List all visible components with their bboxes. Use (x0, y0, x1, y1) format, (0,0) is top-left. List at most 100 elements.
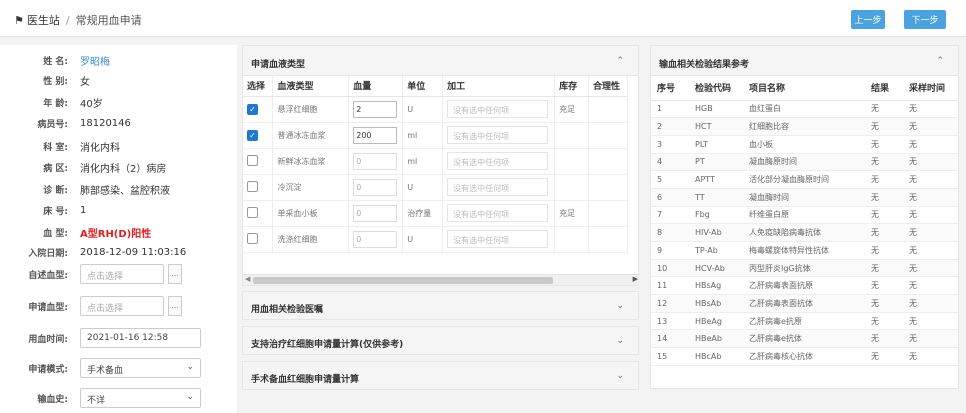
processing-select[interactable]: 没有选中任何项 (447, 178, 549, 196)
select-checkbox[interactable]: ✓ (247, 103, 258, 115)
processing-cell: 没有选中任何项 (442, 200, 556, 227)
apply-blood-input[interactable]: 点击选择 (80, 296, 164, 316)
gender-label: 性 别: (43, 77, 68, 87)
result-cell: 无 (865, 329, 903, 349)
blood-panel-header[interactable]: 申请血液类型 ⌃ (243, 46, 638, 76)
sample-time-cell: 无 (903, 259, 958, 278)
test-row: 10 HCV-Ab 丙型肝炎IgG抗体无无 (651, 259, 958, 278)
item-name-cell: 乙肝病毒核心抗体 (743, 347, 865, 366)
collapsed-panel-lab-orders[interactable]: 用血相关检验医嘱 ⌄ (242, 291, 639, 320)
seq-cell: 9 (651, 241, 689, 260)
select-checkbox[interactable] (247, 232, 258, 244)
blood-type-cell: 新鲜冰冻血浆 (272, 148, 350, 175)
select-checkbox[interactable] (247, 180, 258, 192)
apply-mode-select[interactable]: 手术备血 ⌄ (80, 358, 201, 378)
test-panel-title: 输血相关检验结果参考 (659, 60, 750, 70)
breadcrumb: ⚑ 医生站 / 常规用血申请 (14, 12, 142, 28)
qty-input[interactable]: 0 (353, 230, 398, 248)
collapsed-panel-surgery-rbc-calc[interactable]: 手术备血红细胞申请量计算 ⌄ (242, 361, 639, 390)
patient-diagnosis: 肺部感染、盆腔积液 (80, 186, 170, 197)
scroll-left-arrow-icon[interactable]: ◀ (245, 275, 250, 283)
ward-label: 病 区: (43, 164, 68, 174)
bed-label: 床 号: (43, 207, 68, 217)
stock-cell (554, 174, 590, 201)
sample-time-cell: 无 (903, 241, 958, 260)
sample-time-cell: 无 (903, 276, 958, 296)
patient-name: 罗昭梅 (80, 57, 110, 68)
qty-cell: 0 (348, 174, 404, 201)
qty-input[interactable]: 0 (353, 204, 398, 222)
qty-input[interactable]: 200 (353, 126, 398, 144)
code-cell: HBcAb (689, 347, 743, 366)
stock-cell: 充足 (554, 96, 590, 123)
processing-cell: 没有选中任何项 (442, 96, 556, 123)
test-results-table: 序号 检验代码 项目名称 结果 采样时间 1 HGB 血红蛋白无无 2 HCT 红细胞比容… (651, 76, 958, 366)
chevron-up-icon[interactable]: ⌃ (936, 56, 944, 66)
patient-record: 18120146 (80, 118, 131, 129)
test-row: 4 PT 凝血酶原时间无无 (651, 153, 958, 172)
breadcrumb-current: 常规用血申请 (75, 14, 142, 27)
select-cell (243, 226, 274, 253)
patient-dept: 消化内科 (80, 143, 120, 154)
qty-input[interactable]: 0 (353, 178, 398, 196)
qty-input[interactable]: 0 (353, 152, 398, 170)
horizontal-scrollbar[interactable]: ◀ ▶ (243, 274, 640, 285)
apply-blood-picker-button[interactable]: ... (168, 296, 182, 316)
seq-cell: 6 (651, 188, 689, 207)
result-cell: 无 (865, 347, 903, 366)
code-cell: PT (689, 153, 743, 172)
blood-row: ✓ 悬浮红细胞 2 U 没有选中任何项 充足 (243, 96, 628, 123)
code-cell: PLT (689, 135, 743, 154)
use-time-input[interactable]: 2021-01-16 12:58 (80, 328, 201, 348)
unit-cell: 治疗量 (402, 200, 444, 227)
chevron-down-icon: ⌄ (186, 362, 194, 372)
collapsed-panel-title: 用血相关检验医嘱 (251, 305, 324, 315)
seq-cell: 14 (651, 329, 689, 349)
select-checkbox[interactable] (247, 206, 258, 218)
processing-select[interactable]: 没有选中任何项 (447, 230, 549, 248)
sample-time-cell: 无 (903, 206, 958, 225)
result-cell: 无 (865, 170, 903, 189)
self-blood-picker-button[interactable]: ... (168, 264, 182, 284)
self-blood-label: 自述血型: (28, 270, 68, 281)
processing-select[interactable]: 没有选中任何项 (447, 152, 549, 170)
patient-ward: 消化内科（2）病房 (80, 164, 167, 175)
home-icon[interactable]: ⚑ (14, 14, 24, 27)
select-checkbox[interactable] (247, 154, 258, 166)
test-row: 3 PLT 血小板无无 (651, 135, 958, 154)
apply-mode-label: 申请模式: (28, 364, 68, 375)
stock-cell: 充足 (554, 200, 590, 227)
use-time-label: 用血时间: (28, 334, 68, 345)
col-code: 检验代码 (689, 76, 743, 101)
transfuse-history-select[interactable]: 不详 ⌄ (80, 388, 201, 408)
scroll-right-arrow-icon[interactable]: ▶ (633, 275, 638, 283)
code-cell: TT (689, 188, 743, 207)
self-blood-input[interactable]: 点击选择 (80, 264, 164, 284)
code-cell: HCT (689, 117, 743, 136)
seq-cell: 15 (651, 347, 689, 366)
next-step-button[interactable]: 下一步 (904, 10, 946, 29)
processing-select[interactable]: 没有选中任何项 (447, 204, 549, 222)
select-checkbox[interactable]: ✓ (247, 129, 258, 141)
code-cell: HCV-Ab (689, 259, 743, 278)
scrollbar-thumb[interactable] (253, 277, 553, 284)
test-panel-header[interactable]: 输血相关检验结果参考 ⌃ (651, 46, 958, 76)
processing-select[interactable]: 没有选中任何项 (447, 100, 549, 118)
seq-cell: 2 (651, 117, 689, 136)
transfuse-history-label: 输血史: (37, 394, 68, 405)
result-cell: 无 (865, 276, 903, 296)
prev-step-button[interactable]: 上一步 (851, 10, 885, 29)
select-cell: ✓ (243, 96, 274, 123)
result-cell: 无 (865, 241, 903, 260)
test-row: 15 HBcAb 乙肝病毒核心抗体无无 (651, 347, 958, 366)
sample-time-cell: 无 (903, 329, 958, 349)
breadcrumb-home[interactable]: 医生站 (27, 12, 60, 28)
qty-cell: 0 (348, 226, 404, 253)
processing-select[interactable]: 没有选中任何项 (447, 126, 549, 144)
stock-cell (554, 148, 590, 175)
collapsed-panel-rbc-support-calc[interactable]: 支持治疗红细胞申请量计算(仅供参考) ⌄ (242, 326, 639, 355)
patient-age: 40岁 (80, 99, 103, 110)
qty-input[interactable]: 2 (353, 100, 398, 118)
chevron-up-icon[interactable]: ⌃ (616, 56, 624, 66)
item-name-cell: 乙肝病毒表面抗体 (743, 294, 865, 313)
